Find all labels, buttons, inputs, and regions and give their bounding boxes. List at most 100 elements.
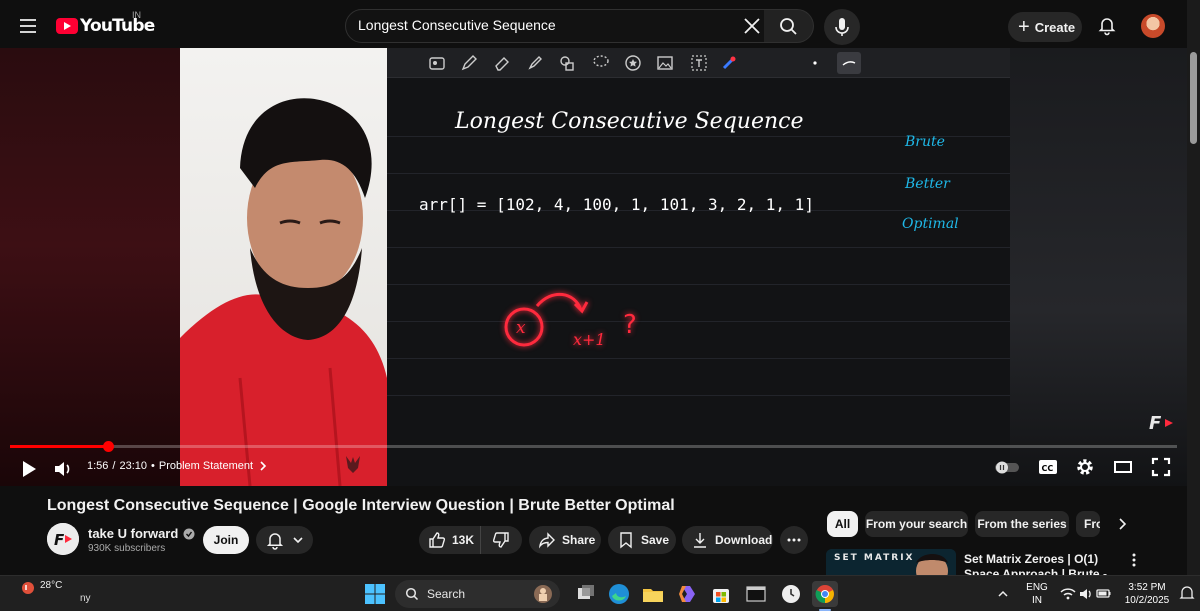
- captions-button[interactable]: CC: [1037, 457, 1059, 477]
- sketch-x: x: [516, 318, 526, 338]
- weather-temp: 28°C: [40, 580, 63, 591]
- edge-browser-icon[interactable]: [606, 581, 632, 607]
- more-horizontal-icon: [787, 538, 801, 542]
- channel-watermark-logo[interactable]: F: [1145, 405, 1179, 439]
- weather-icon[interactable]: [18, 580, 38, 596]
- logo-text: YouTube: [80, 16, 155, 36]
- chrome-browser-icon[interactable]: [812, 581, 838, 607]
- scrollbar-thumb[interactable]: [1190, 52, 1197, 144]
- search-icon: [405, 587, 419, 601]
- weather-desc: ny: [80, 593, 91, 604]
- like-button[interactable]: 13K: [419, 526, 481, 554]
- like-dislike-group: 13K: [419, 526, 522, 554]
- join-button[interactable]: Join: [203, 526, 249, 554]
- clear-search-icon[interactable]: [740, 14, 764, 38]
- chip-from-your-search[interactable]: From your search: [865, 511, 968, 537]
- instructor-figure: [180, 98, 387, 486]
- theater-mode-button[interactable]: [1112, 457, 1134, 477]
- recommendation-menu-icon[interactable]: [1130, 551, 1138, 569]
- approach-brute: Brute: [904, 134, 945, 150]
- progress-scrubber[interactable]: [103, 441, 114, 452]
- search-button[interactable]: [764, 9, 814, 43]
- search-icon: [780, 18, 797, 35]
- dislike-button[interactable]: [481, 526, 521, 554]
- account-avatar[interactable]: [1141, 14, 1165, 38]
- clock-app-icon[interactable]: [778, 581, 804, 607]
- task-view-icon[interactable]: [573, 581, 599, 607]
- chips-next-button[interactable]: [1113, 515, 1131, 533]
- save-label: Save: [641, 533, 670, 547]
- fullscreen-icon: [1151, 457, 1171, 477]
- recommendation-title[interactable]: Set Matrix Zeroes | O(1) Space Approach …: [964, 552, 1129, 575]
- taskbar-clock[interactable]: 3:52 PM 10/2/2025: [1118, 581, 1176, 607]
- chip-all[interactable]: All: [827, 511, 858, 537]
- start-button[interactable]: [362, 581, 388, 607]
- menu-icon[interactable]: [16, 14, 40, 38]
- recommendation-thumbnail[interactable]: SET MATRIX: [826, 549, 956, 575]
- system-tray-quick-settings[interactable]: [1058, 581, 1114, 607]
- settings-button[interactable]: [1074, 456, 1096, 478]
- download-icon: [694, 533, 706, 548]
- channel-name[interactable]: take U forward: [88, 526, 195, 541]
- bookmark-icon: [620, 532, 632, 549]
- windows-taskbar: 28°C ny Search ENG IN 3:52 PM 10/2/2025: [0, 575, 1200, 611]
- language-indicator[interactable]: ENG IN: [1022, 581, 1052, 607]
- red-sketch: x x+1 ?: [504, 292, 637, 349]
- speaker-icon: [1080, 589, 1087, 599]
- copilot-icon[interactable]: [674, 581, 700, 607]
- board-heading: Longest Consecutive Sequence: [454, 109, 804, 134]
- channel-avatar[interactable]: F: [47, 523, 79, 555]
- share-label: Share: [562, 533, 596, 547]
- taskbar-search[interactable]: Search: [395, 580, 560, 608]
- mute-button[interactable]: [52, 458, 74, 480]
- voice-search-button[interactable]: [824, 9, 860, 45]
- chip-from-the-series[interactable]: From the series: [975, 511, 1069, 537]
- page-scrollbar[interactable]: [1187, 0, 1200, 575]
- notification-center-icon[interactable]: [1178, 581, 1196, 607]
- create-button[interactable]: + Create: [1008, 12, 1082, 42]
- chapter-dot: •: [151, 460, 155, 472]
- windows-logo-icon: [365, 584, 385, 604]
- share-button[interactable]: Share: [529, 526, 601, 554]
- board-writing: Longest Consecutive Sequence arr[] = [10…: [419, 109, 959, 349]
- captions-icon: CC: [1039, 460, 1057, 474]
- chip-truncated[interactable]: Fro: [1076, 511, 1100, 537]
- board-array: arr[] = [102, 4, 100, 1, 101, 3, 2, 1, 1…: [419, 195, 814, 214]
- plus-icon: +: [1018, 16, 1030, 38]
- terminal-icon[interactable]: [743, 581, 769, 607]
- search-highlight-icon: [534, 585, 552, 603]
- youtube-play-icon: [56, 18, 78, 34]
- region-code: IN: [1032, 595, 1042, 606]
- country-code: IN: [132, 10, 141, 20]
- search-query-text[interactable]: Longest Consecutive Sequence: [358, 17, 556, 33]
- file-explorer-icon[interactable]: [640, 581, 666, 607]
- fullscreen-button[interactable]: [1150, 456, 1172, 478]
- video-player[interactable]: Longest Consecutive Sequence arr[] = [10…: [0, 48, 1187, 486]
- clock-date: 10/2/2025: [1124, 595, 1170, 606]
- sketch-x-plus-1: x+1: [573, 330, 606, 349]
- create-label: Create: [1034, 19, 1076, 35]
- taskbar-search-label: Search: [427, 587, 466, 601]
- watermark-letter: F: [1149, 413, 1162, 434]
- more-actions-button[interactable]: [780, 526, 808, 554]
- drawing-board: Longest Consecutive Sequence arr[] = [10…: [387, 48, 1010, 486]
- thumbs-up-icon: [429, 532, 446, 548]
- youtube-logo[interactable]: YouTube IN: [56, 10, 155, 36]
- subscriber-count: 930K subscribers: [88, 543, 166, 554]
- subscribed-bell-button[interactable]: [256, 526, 313, 554]
- microsoft-store-icon[interactable]: [708, 581, 734, 607]
- chevron-right-icon[interactable]: [257, 460, 269, 472]
- svg-text:CC: CC: [1042, 464, 1054, 473]
- svg-text:F: F: [54, 531, 65, 549]
- autoplay-toggle[interactable]: [993, 458, 1021, 476]
- progress-bar[interactable]: [10, 445, 1177, 448]
- download-button[interactable]: Download: [682, 526, 773, 554]
- play-button[interactable]: [18, 458, 40, 480]
- chapter-title[interactable]: Problem Statement: [159, 460, 253, 472]
- video-title: Longest Consecutive Sequence | Google In…: [47, 497, 675, 514]
- show-hidden-icons[interactable]: [995, 581, 1011, 607]
- notifications-bell-icon[interactable]: [1096, 14, 1118, 36]
- share-icon: [538, 532, 555, 549]
- save-button[interactable]: Save: [608, 526, 676, 554]
- play-icon: [23, 461, 36, 477]
